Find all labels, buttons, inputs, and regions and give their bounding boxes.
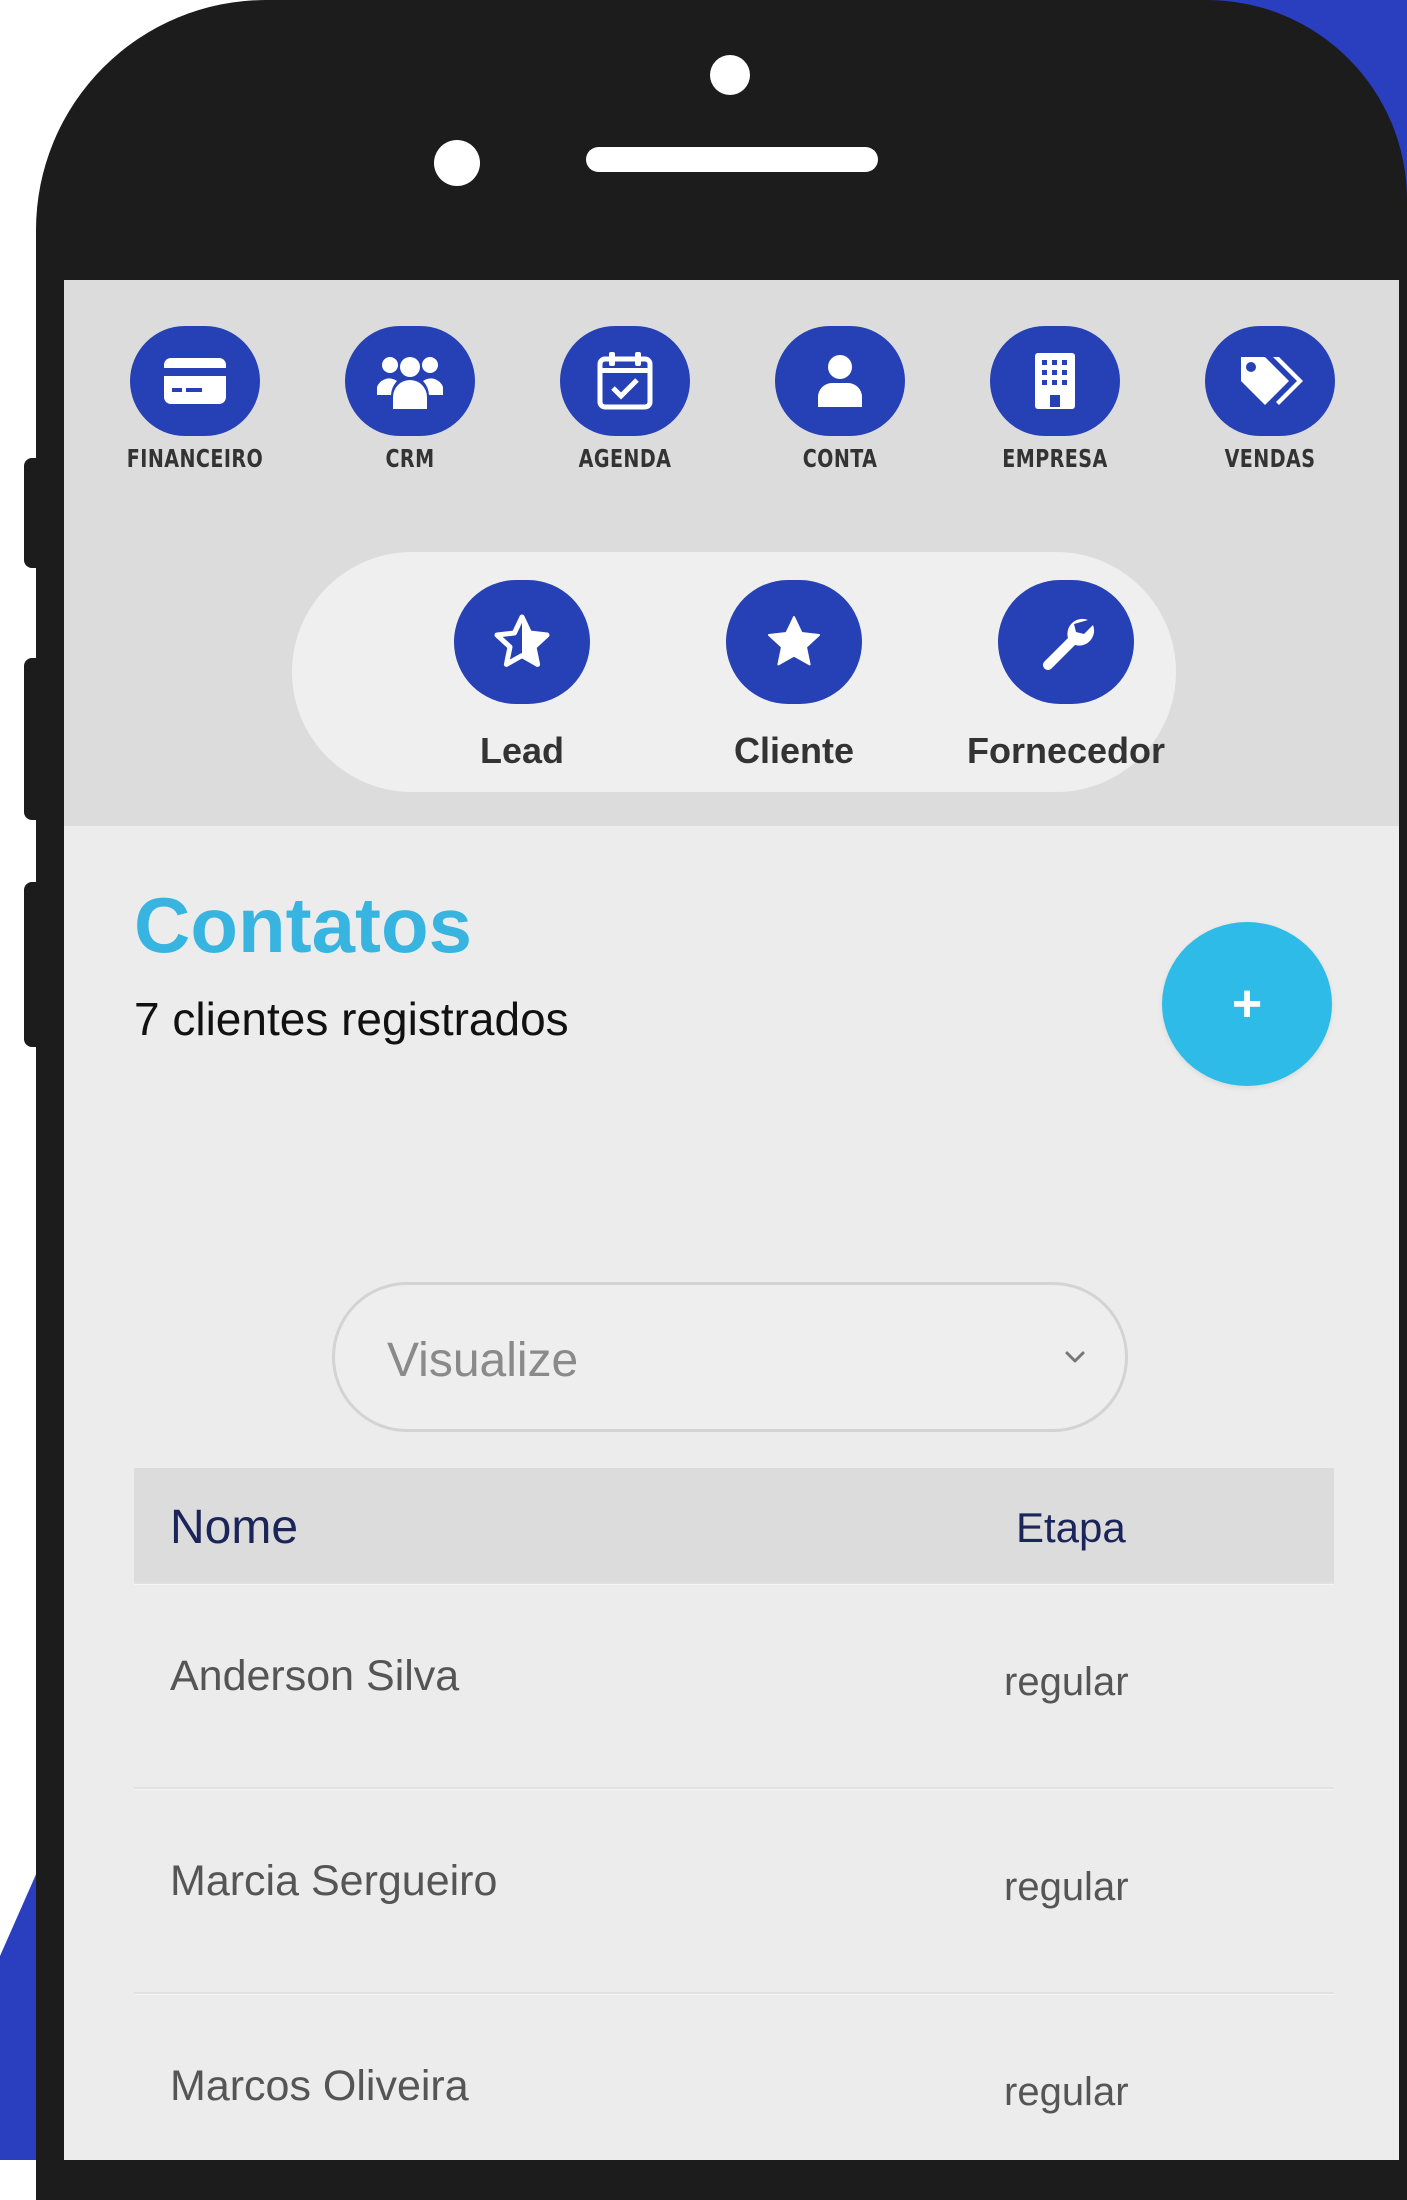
contact-name: Marcos Oliveira (170, 2062, 469, 2110)
module-agenda[interactable]: AGENDA (525, 326, 725, 473)
contact-type-label: Cliente (733, 730, 855, 771)
module-label: CRM (385, 444, 435, 473)
star-outline-icon (454, 580, 590, 704)
add-contact-button[interactable]: + (1162, 922, 1332, 1086)
table-header: Nome Etapa (134, 1468, 1334, 1582)
module-conta[interactable]: CONTA (740, 326, 940, 473)
contact-name: Marcia Sergueiro (170, 1857, 498, 1905)
contact-stage: regular (1004, 1660, 1129, 1704)
wrench-icon (998, 580, 1134, 704)
module-vendas[interactable]: VENDAS (1170, 326, 1370, 473)
column-header-name[interactable]: Nome (170, 1500, 298, 1555)
contact-type-lead[interactable]: Lead (402, 580, 642, 772)
contact-type-cliente[interactable]: Cliente (674, 580, 914, 772)
tags-icon (1205, 326, 1335, 436)
record-count: 7 clientes registrados (134, 993, 569, 1045)
view-filter-value: Visualize (387, 1334, 579, 1387)
contact-type-label: Lead (479, 730, 565, 771)
module-label: VENDAS (1224, 444, 1316, 473)
table-row[interactable]: Anderson Silva regular (134, 1582, 1334, 1787)
star-icon (726, 580, 862, 704)
contact-type-label: Fornecedor (966, 730, 1166, 771)
module-empresa[interactable]: EMPRESA (955, 326, 1155, 473)
building-icon (990, 326, 1120, 436)
module-label: EMPRESA (1002, 444, 1108, 473)
module-label: FINANCEIRO (126, 444, 264, 473)
contact-name: Anderson Silva (170, 1652, 460, 1700)
table-row[interactable]: Marcos Oliveira regular (134, 1992, 1334, 2160)
contact-type-fornecedor[interactable]: Fornecedor (946, 580, 1186, 772)
users-group-icon (345, 326, 475, 436)
column-header-stage[interactable]: Etapa (1016, 1504, 1126, 1552)
app-screen: FINANCEIRO CRM AGENDA CONTA EMPRESA VEND… (64, 280, 1399, 2160)
module-financeiro[interactable]: FINANCEIRO (95, 326, 295, 473)
calendar-check-icon (560, 326, 690, 436)
camera-icon (710, 55, 750, 95)
module-crm[interactable]: CRM (310, 326, 510, 473)
chevron-down-icon (1055, 1337, 1095, 1377)
speaker-icon (586, 147, 878, 172)
view-filter-select[interactable]: Visualize (332, 1282, 1128, 1432)
module-label: CONTA (802, 444, 878, 473)
credit-card-icon (130, 326, 260, 436)
page-title: Contatos (134, 881, 472, 969)
module-label: AGENDA (578, 444, 672, 473)
contact-stage: regular (1004, 1865, 1129, 1909)
table-row[interactable]: Marcia Sergueiro regular (134, 1787, 1334, 1992)
sensor-icon (434, 140, 480, 186)
contact-stage: regular (1004, 2070, 1129, 2114)
contacts-table: Nome Etapa Anderson Silva regular Marcia… (134, 1468, 1334, 2160)
user-icon (775, 326, 905, 436)
